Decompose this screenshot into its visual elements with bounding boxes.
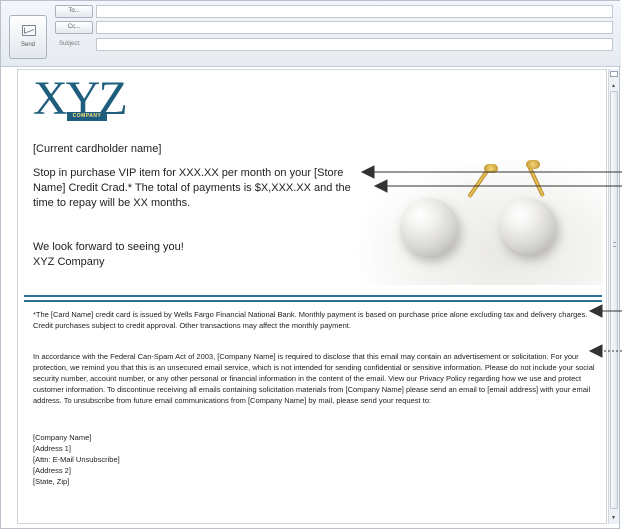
vertical-scrollbar[interactable]: ▲ ▼ [608,69,619,524]
pearl-left [400,198,458,256]
grip-icon [613,242,616,247]
unsubscribe-address: [Company Name] [Address 1] [Attn: E-Mail… [33,432,120,487]
compose-header: Send To... Cc... Subject: [1,1,621,67]
earring-backing [526,160,540,169]
closing-line: We look forward to seeing you! [33,241,184,253]
earring-post [467,169,489,199]
cc-field[interactable] [96,21,613,34]
envelope-icon [22,25,36,36]
address-line: [Attn: E-Mail Unsubscribe] [33,455,120,464]
can-spam-notice: In accordance with the Federal Can-Spam … [33,352,595,405]
split-handle-icon[interactable] [610,71,618,77]
subject-field[interactable] [96,38,613,51]
company-logo: XYZ COMPANY [33,75,143,126]
earring-backing [484,164,498,173]
send-button[interactable]: Send [9,15,47,59]
logo-subtext: COMPANY [67,112,107,121]
pearl-earrings-image [358,160,603,285]
closing-block: We look forward to seeing you! XYZ Compa… [33,240,184,270]
offer-text: Stop in purchase VIP item for XXX.XX per… [33,167,351,209]
disclaimer-text: *The [Card Name] credit card is issued b… [33,310,588,330]
divider-rule [24,300,602,302]
email-compose-window: Send To... Cc... Subject: XYZ COMPANY [C… [0,0,621,529]
scroll-thumb[interactable] [610,91,618,509]
earring-post [527,164,545,198]
message-body[interactable]: XYZ COMPANY [Current cardholder name] St… [17,69,607,524]
salutation: [Current cardholder name] [33,143,162,155]
address-line: [Address 2] [33,466,71,475]
signature: XYZ Company [33,256,105,268]
subject-label: Subject: [59,41,81,47]
pearl-right [500,198,556,254]
address-line: [Company Name] [33,433,92,442]
cc-button[interactable]: Cc... [55,21,93,34]
to-field[interactable] [96,5,613,18]
scroll-up-icon[interactable]: ▲ [611,83,616,89]
divider-rule [24,295,602,297]
send-label: Send [20,42,35,48]
scroll-down-icon[interactable]: ▼ [611,515,616,521]
address-line: [Address 1] [33,444,71,453]
to-button[interactable]: To... [55,5,93,18]
address-line: [State, Zip] [33,477,70,486]
